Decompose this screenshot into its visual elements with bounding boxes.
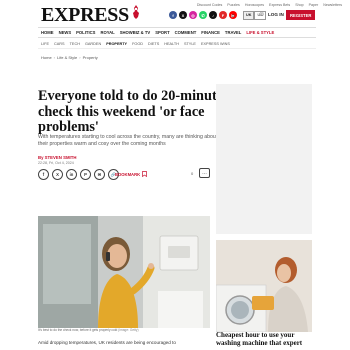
author-link[interactable]: By STEVEN SMITH	[38, 155, 76, 160]
breadcrumb-home[interactable]: Home	[41, 55, 52, 60]
subnav-item-food[interactable]: FOOD	[132, 42, 143, 46]
utility-link[interactable]: Discount Codes	[197, 3, 222, 7]
breadcrumb-separator-icon: ›	[53, 55, 56, 60]
nav-item-showbiz-tv[interactable]: SHOWBIZ & TV	[120, 30, 150, 35]
user-icon[interactable]: ☺	[258, 11, 265, 18]
subnav-item-property[interactable]: PROPERTY	[106, 42, 127, 46]
bookmark-button[interactable]: BOOKMARK	[115, 171, 147, 177]
nav-item-news[interactable]: NEWS	[59, 30, 72, 35]
subnav-item-express-wins[interactable]: EXPRESS WINS	[201, 42, 230, 46]
express-logo[interactable]: EXPRESS	[41, 4, 141, 26]
breadcrumb-separator-icon: ›	[79, 55, 81, 60]
sidebar-article-image[interactable]	[216, 240, 312, 332]
breadcrumb-life-style[interactable]: Life & Style	[57, 55, 77, 60]
image-caption: It's best to do the check now, before it…	[38, 328, 139, 332]
share-x-icon[interactable]: X	[52, 169, 63, 180]
subnav-item-style[interactable]: STYLE	[184, 42, 196, 46]
register-button[interactable]: REGISTER	[286, 10, 316, 20]
share-facebook-icon[interactable]: f	[38, 169, 49, 180]
caption-credit: (Image: Getty)	[118, 328, 139, 332]
utility-links: Discount Codes Puzzles Horoscopes Express B…	[197, 3, 342, 7]
instagram-icon[interactable]: ◎	[189, 11, 197, 19]
utility-link[interactable]: Newsletters	[323, 3, 342, 7]
caption-text: It's best to do the check now, before it…	[38, 328, 118, 332]
tiktok-icon[interactable]: ♪	[209, 11, 217, 19]
share-buttons: f Xin P ✉ 🔗	[38, 169, 119, 180]
breadcrumb-property[interactable]: Property	[83, 55, 98, 60]
nav-item-royal[interactable]: ROYAL	[100, 30, 114, 35]
share-pinterest-icon[interactable]: P	[80, 169, 91, 180]
subnav-item-life[interactable]: LIFE	[41, 42, 49, 46]
subnav-item-tech[interactable]: TECH	[70, 42, 80, 46]
share-email-icon[interactable]: ✉	[94, 169, 105, 180]
article-hero-image	[38, 216, 210, 328]
utility-link[interactable]: Express Bets	[269, 3, 290, 7]
utility-link[interactable]: Paper	[309, 3, 319, 7]
bookmark-icon	[142, 171, 147, 177]
comment-icon[interactable]: …	[199, 168, 210, 178]
nav-item-finance[interactable]: FINANCE	[201, 30, 220, 35]
sub-nav: LIFE CARS TECH GARDEN PROPERTY FOOD DIETS HEALT…	[38, 40, 316, 49]
subnav-item-diets[interactable]: DIETS	[148, 42, 159, 46]
facebook-icon[interactable]: f	[169, 11, 177, 19]
woman-washing-machine-image	[216, 240, 312, 332]
nav-item-life-style[interactable]: LIFE & STYLE	[246, 30, 274, 35]
nav-item-comment[interactable]: COMMENT	[175, 30, 197, 35]
comment-count: 0	[191, 171, 194, 176]
article-body-start: Amid dropping temperatures, UK residents…	[38, 340, 176, 345]
nav-item-sport[interactable]: SPORT	[155, 30, 169, 35]
utility-link[interactable]: Shop	[295, 3, 303, 7]
login-link[interactable]: LOG IN	[268, 12, 284, 17]
main-nav: HOME NEWS POLITICS ROYAL SHOWBIZ & TV SPORT CO…	[38, 27, 316, 38]
flipboard-icon[interactable]: F	[219, 11, 227, 19]
region-uk[interactable]: UK	[243, 11, 255, 20]
search-icon[interactable]: ⌕	[231, 11, 235, 21]
x-icon[interactable]: X	[179, 11, 187, 19]
byline: By STEVEN SMITH 22:28, Fri, Oct 4, 2024	[38, 155, 76, 165]
subnav-item-health[interactable]: HEALTH	[164, 42, 179, 46]
logo-text: EXPRESS	[41, 4, 129, 26]
woman-phone-thermostat-image	[38, 216, 210, 328]
nav-item-politics[interactable]: POLITICS	[76, 30, 95, 35]
article-headline: Everyone told to do 20-minute check this…	[38, 88, 224, 135]
article-standfirst: With temperatures starting to cool acros…	[38, 134, 237, 148]
nav-item-travel[interactable]: TRAVEL	[225, 30, 241, 35]
publish-date: 22:28, Fri, Oct 4, 2024	[38, 161, 74, 165]
utility-link[interactable]: Puzzles	[227, 3, 240, 7]
social-links: f X ◎ ✆ ♪ F ▶	[169, 11, 237, 19]
subnav-item-cars[interactable]: CARS	[54, 42, 65, 46]
whatsapp-icon[interactable]: ✆	[199, 11, 207, 19]
utility-link[interactable]: Horoscopes	[245, 3, 264, 7]
sidebar-ad-slot	[216, 84, 312, 234]
share-linkedin-icon[interactable]: in	[66, 169, 77, 180]
breadcrumb: Home › Life & Style › Property	[41, 55, 98, 60]
nav-item-home[interactable]: HOME	[41, 30, 54, 35]
subnav-item-garden[interactable]: GARDEN	[85, 42, 101, 46]
crusader-crest-icon	[132, 5, 139, 19]
sidebar-article-title[interactable]: Cheapest hour to use your washing machin…	[216, 331, 316, 347]
bookmark-label: BOOKMARK	[115, 171, 141, 177]
